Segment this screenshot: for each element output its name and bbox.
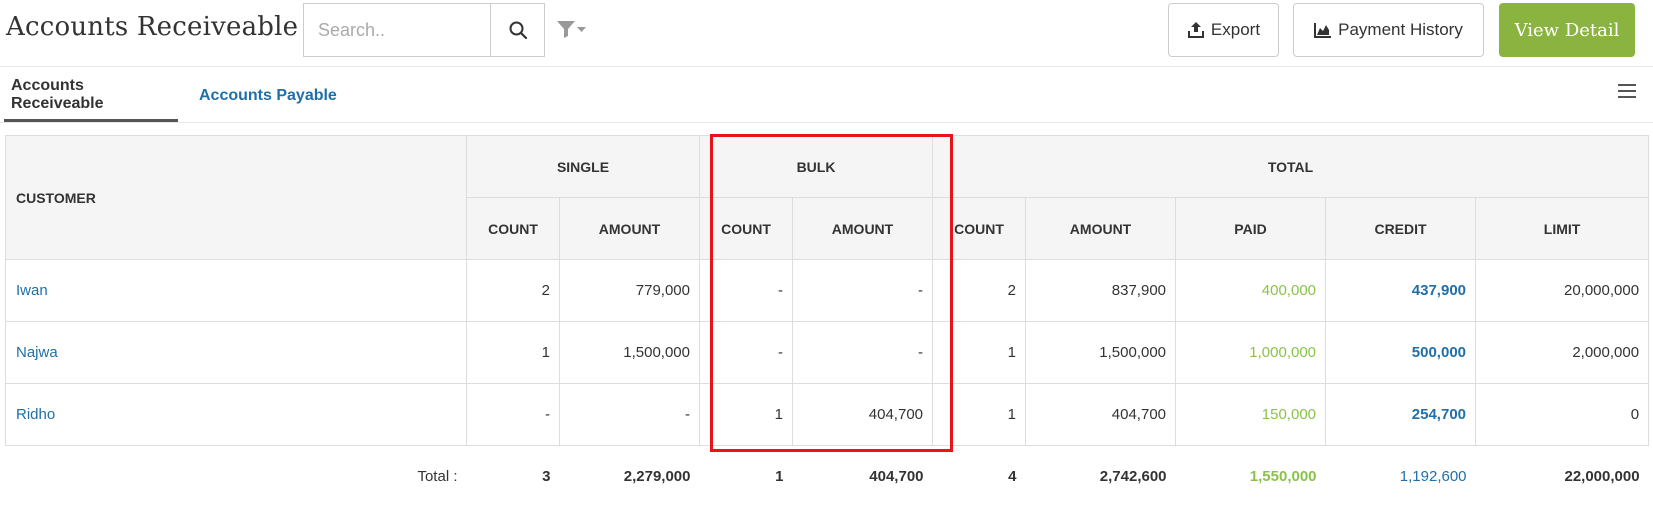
total-bulk-amount: 404,700 [869, 468, 924, 486]
receivables-table: CUSTOMER SINGLE BULK TOTAL COUNT AMOUNT … [5, 135, 1650, 508]
total-paid: 1,550,000 [1249, 468, 1317, 486]
total-credit: 1,192,600 [1399, 468, 1467, 486]
single-amount: - [559, 383, 700, 446]
single-count: 2 [466, 259, 560, 322]
search-input[interactable] [304, 4, 490, 56]
single-count: 1 [466, 321, 560, 384]
total-count: 1 [932, 383, 1027, 446]
bulk-amount: - [791, 259, 934, 322]
top-bar: Accounts Receiveable Export Payment Hist… [0, 0, 1653, 62]
paid-amount: 150,000 [1175, 383, 1327, 446]
view-detail-label: View Detail [1514, 19, 1620, 41]
payment-history-label: Payment History [1338, 20, 1463, 39]
header-single-count: COUNT [466, 197, 560, 260]
table-row: Iwan 2 779,000 - - 2 837,900 400,000 437… [5, 259, 1650, 322]
total-total-amount: 2,742,600 [1099, 468, 1167, 486]
bulk-amount: 404,700 [791, 383, 934, 446]
header-limit: LIMIT [1475, 197, 1650, 260]
hamburger-icon [1618, 84, 1636, 98]
limit-amount: 20,000,000 [1475, 259, 1650, 322]
search-icon [509, 21, 527, 39]
export-button[interactable]: Export [1168, 3, 1279, 57]
payment-history-button[interactable]: Payment History [1293, 3, 1484, 57]
total-count: 1 [932, 321, 1027, 384]
limit-amount: 2,000,000 [1475, 321, 1650, 384]
export-label: Export [1210, 20, 1261, 39]
limit-amount: 0 [1475, 383, 1650, 446]
single-count: - [466, 383, 560, 446]
header-bulk-count: COUNT [699, 197, 793, 260]
tab-accounts-payable[interactable]: Accounts Payable [199, 70, 337, 122]
total-amount: 837,900 [1025, 259, 1177, 322]
total-amount: 404,700 [1025, 383, 1177, 446]
area-chart-icon [1314, 23, 1332, 38]
tab-bar: Accounts Receiveable Accounts Payable [0, 70, 1653, 122]
customer-link[interactable]: Najwa [5, 321, 467, 384]
bulk-amount: - [791, 321, 934, 384]
totals-row: Total : 3 2,279,000 1 404,700 4 2,742,60… [6, 446, 1649, 508]
header-bulk: BULK [698, 135, 934, 198]
tabs-divider [0, 122, 1653, 123]
bulk-count: - [699, 259, 793, 322]
total-single-count: 3 [542, 468, 551, 486]
menu-button[interactable] [1616, 82, 1638, 100]
single-amount: 1,500,000 [559, 321, 700, 384]
total-total-count: 4 [1008, 468, 1017, 486]
table-row: Ridho - - 1 404,700 1 404,700 150,000 25… [5, 383, 1650, 446]
header-total-amount: AMOUNT [1025, 197, 1177, 260]
total-amount: 1,500,000 [1025, 321, 1177, 384]
filter-button[interactable] [556, 18, 588, 40]
header-single-amount: AMOUNT [559, 197, 700, 260]
paid-amount: 1,000,000 [1175, 321, 1327, 384]
header-single: SINGLE [466, 135, 700, 198]
credit-amount: 254,700 [1325, 383, 1477, 446]
header-paid: PAID [1175, 197, 1327, 260]
header-credit: CREDIT [1325, 197, 1477, 260]
header-customer: CUSTOMER [5, 135, 467, 260]
customer-link[interactable]: Ridho [5, 383, 467, 446]
total-single-amount: 2,279,000 [623, 468, 691, 486]
customer-link[interactable]: Iwan [5, 259, 467, 322]
upload-icon [1187, 22, 1204, 38]
table-row: Najwa 1 1,500,000 - - 1 1,500,000 1,000,… [5, 321, 1650, 384]
view-detail-button[interactable]: View Detail [1499, 3, 1635, 57]
total-count: 2 [932, 259, 1027, 322]
totals-label: Total : [417, 468, 458, 486]
search-button[interactable] [490, 4, 544, 56]
header-divider [0, 66, 1653, 67]
bulk-count: - [699, 321, 793, 384]
bulk-count: 1 [699, 383, 793, 446]
total-limit: 22,000,000 [1564, 468, 1640, 486]
header-total-count: COUNT [932, 197, 1027, 260]
paid-amount: 400,000 [1175, 259, 1327, 322]
single-amount: 779,000 [559, 259, 700, 322]
search-box [303, 3, 545, 57]
credit-amount: 437,900 [1325, 259, 1477, 322]
header-bulk-amount: AMOUNT [791, 197, 934, 260]
page-title: Accounts Receiveable [6, 12, 299, 42]
tab-accounts-receiveable[interactable]: Accounts Receiveable [4, 70, 178, 122]
credit-amount: 500,000 [1325, 321, 1477, 384]
total-bulk-count: 1 [775, 468, 784, 486]
header-total: TOTAL [932, 135, 1650, 198]
filter-icon [557, 21, 586, 38]
